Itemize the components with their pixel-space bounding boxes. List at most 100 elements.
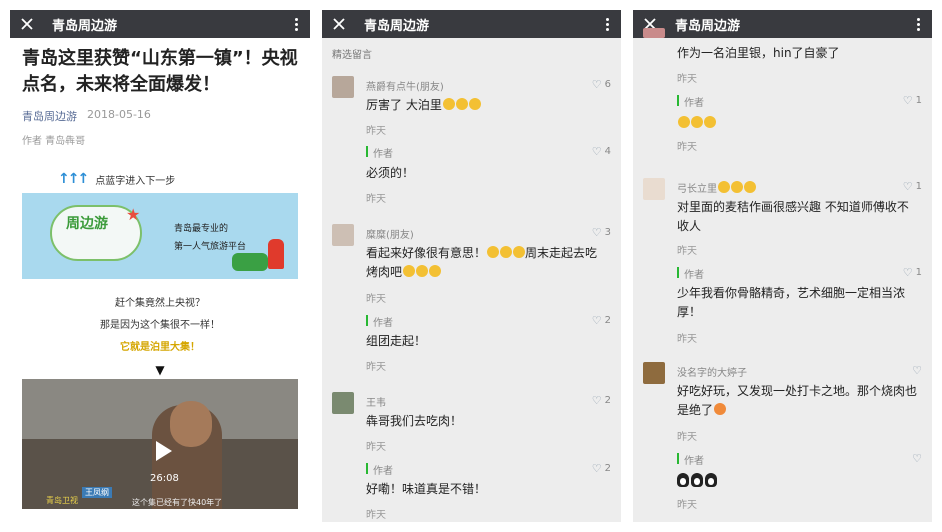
author-reply-marker (366, 146, 368, 157)
reply-time: 昨天 (366, 362, 386, 373)
reply-text: 好嘞！味道真是不错！ (366, 482, 487, 496)
heart-icon: ♡ (912, 452, 922, 465)
close-icon[interactable] (330, 15, 348, 33)
app-title: 青岛周边游 (364, 18, 430, 34)
more-vertical-icon[interactable] (601, 17, 613, 31)
avatar[interactable] (643, 178, 665, 200)
comment-time: 昨天 (366, 126, 386, 137)
penguin-emoji-icon (705, 473, 717, 487)
emoji-icon (468, 98, 481, 110)
promo-banner[interactable]: 周边游 ★ 青岛最专业的 第一人气旅游平台 (22, 193, 298, 279)
emoji-icon (513, 246, 526, 258)
comment-time: 昨天 (677, 74, 697, 85)
reply-text (677, 472, 917, 491)
emoji-icon (678, 116, 690, 128)
heart-icon: ♡ (591, 78, 602, 91)
reply-like-button[interactable]: ♡ (912, 452, 922, 465)
reply-like-button[interactable]: ♡ 2 (592, 462, 611, 475)
heart-icon: ♡ (902, 180, 913, 193)
author-reply-label: 作者 (684, 456, 704, 467)
author-reply-label: 作者 (684, 98, 704, 109)
video-duration: 26:08 (150, 473, 179, 484)
emoji-icon (731, 181, 743, 193)
banner-slogan-2: 第一人气旅游平台 (174, 242, 247, 252)
top-bar: 青岛周边游 (10, 10, 310, 38)
up-arrows-icon: ↑↑↑ (58, 171, 89, 187)
prompt-text: 点蓝字进入下一步 (95, 175, 176, 187)
like-count: 2 (604, 463, 611, 474)
author-reply-marker (677, 95, 679, 106)
avatar[interactable] (332, 76, 354, 98)
reply-time: 昨天 (366, 194, 386, 205)
penguin-emoji-icon (691, 473, 703, 487)
author-reply-label: 作者 (373, 149, 393, 160)
emoji-icon (403, 265, 416, 277)
like-button[interactable]: ♡ 6 (592, 78, 611, 91)
like-count: 2 (604, 395, 611, 406)
emoji-icon (704, 116, 716, 128)
hydrant-illustration (268, 239, 284, 269)
comment-time: 昨天 (677, 432, 697, 443)
heart-icon: ♡ (591, 226, 602, 239)
reply-text: 组团走起！ (366, 334, 427, 348)
article-panel: 青岛周边游 青岛这里获赞“山东第一镇”！央视点名，未来将全面爆发！ 青岛周边游 … (10, 10, 310, 522)
comment-nickname[interactable]: 燕爵有点牛(朋友) (366, 78, 444, 93)
like-count: 2 (604, 315, 611, 326)
top-bar: 青岛周边游 (633, 10, 932, 38)
comment-text: 犇哥我们去吃肉！ (366, 414, 463, 428)
author-line: 作者 青岛犇哥 (22, 136, 86, 147)
author-reply-label: 作者 (373, 318, 393, 329)
reply-like-button[interactable]: ♡ 2 (592, 314, 611, 327)
more-vertical-icon[interactable] (912, 17, 924, 31)
intro-line-2: 那是因为这个集很不一样！ (100, 320, 220, 331)
like-count: 6 (604, 79, 611, 90)
like-button[interactable]: ♡ (912, 364, 922, 377)
more-vertical-icon[interactable] (290, 17, 302, 31)
close-icon[interactable] (18, 15, 36, 33)
reply-like-button[interactable]: ♡ 1 (903, 266, 922, 279)
video-face (170, 401, 212, 447)
comment-nickname[interactable]: 王韦 (366, 394, 386, 409)
like-button[interactable]: ♡ 3 (592, 226, 611, 239)
like-count: 3 (604, 227, 611, 238)
play-icon[interactable] (156, 441, 172, 461)
heart-icon: ♡ (902, 266, 913, 279)
highlight-line: 它就是泊里大集！ (120, 342, 200, 353)
comment-nickname[interactable]: 糜糜(朋友) (366, 226, 414, 241)
like-button[interactable]: ♡ 2 (592, 394, 611, 407)
avatar[interactable] (643, 28, 665, 38)
emoji-icon (714, 403, 727, 415)
author-reply-label: 作者 (373, 466, 393, 477)
section-title: 精选留言 (332, 50, 372, 61)
reply-like-button[interactable]: ♡ 1 (903, 94, 922, 107)
author-reply-marker (366, 315, 368, 326)
author-reply-label: 作者 (684, 270, 704, 281)
reply-like-button[interactable]: ♡ 4 (592, 145, 611, 158)
avatar[interactable] (332, 224, 354, 246)
like-button[interactable]: ♡ 1 (903, 180, 922, 193)
comment-time: 昨天 (677, 246, 697, 257)
banner-logo-text: 周边游 (66, 216, 108, 232)
reply-text: 少年我看你骨骼精奇，艺术细胞一定相当浓厚！ (677, 286, 906, 319)
banner-slogan-1: 青岛最专业的 (174, 224, 229, 234)
video-caption: 王凤纲 (82, 487, 112, 498)
like-count: 1 (915, 181, 922, 192)
intro-line-1: 赶个集竟然上央视？ (115, 298, 205, 309)
avatar[interactable] (332, 392, 354, 414)
emoji-icon (442, 98, 455, 110)
comment-nickname[interactable]: 弓长立里 (677, 180, 756, 195)
emoji-icon (429, 265, 442, 277)
heart-icon: ♡ (902, 94, 913, 107)
app-title: 青岛周边游 (52, 18, 118, 34)
follow-prompt: ↑↑↑ 点蓝字进入下一步 (10, 171, 310, 187)
reply-time: 昨天 (677, 334, 697, 345)
author-reply-marker (677, 453, 679, 464)
heart-icon: ♡ (591, 314, 602, 327)
comment-nickname[interactable]: 没名字的大婷子 (677, 364, 747, 379)
account-link[interactable]: 青岛周边游 (22, 108, 77, 124)
avatar[interactable] (643, 362, 665, 384)
heart-icon: ♡ (591, 394, 602, 407)
video-player[interactable]: 26:08 王凤纲 这个集已经有了快40年了 青岛卫视 (22, 379, 298, 509)
video-subtitle: 这个集已经有了快40年了 (132, 498, 223, 507)
comments-panel-2: 青岛周边游 作为一名泊里银，hin了自豪了 昨天 作者 ♡ 1 昨天 弓长立里 ♡… (633, 10, 932, 522)
